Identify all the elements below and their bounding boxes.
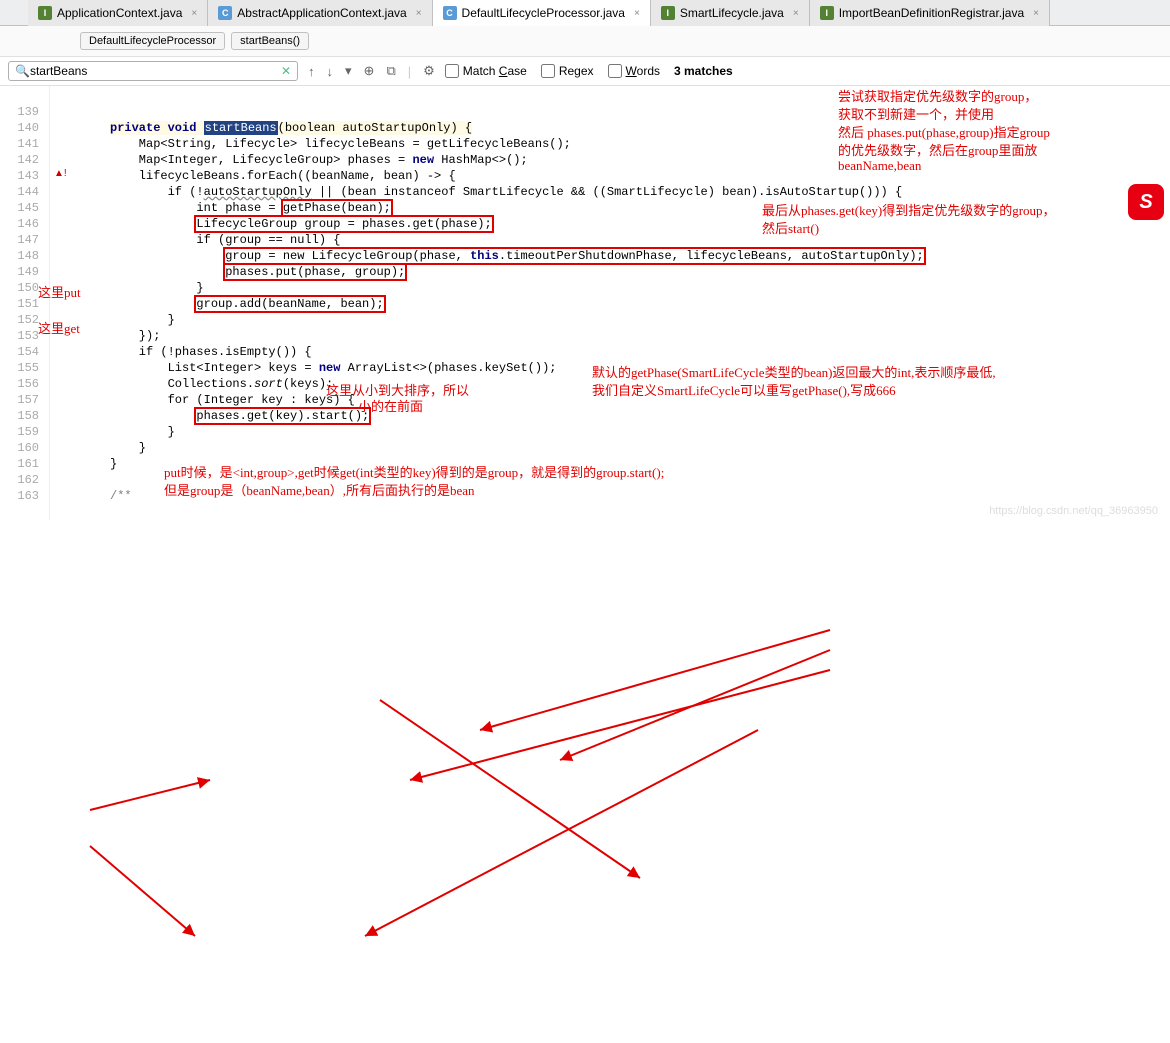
box-getphase: getPhase(bean); (283, 201, 391, 215)
box-group-get: LifecycleGroup group = phases.get(phase)… (196, 217, 491, 231)
tab-label: ApplicationContext.java (57, 6, 182, 20)
close-icon[interactable]: × (793, 8, 799, 19)
editor-tab[interactable]: I ImportBeanDefinitionRegistrar.java × (810, 0, 1050, 26)
close-icon[interactable]: × (416, 8, 422, 19)
anno-bot-1: put时候，是<int,group>,get时候get(int类型的key)得到… (164, 462, 664, 481)
kw-private: private void (110, 121, 204, 135)
method-name-highlight: startBeans (204, 121, 278, 135)
anno-top-3: 然后 phases.put(phase,group)指定group (838, 122, 1050, 141)
editor-tab[interactable]: C AbstractApplicationContext.java × (208, 0, 432, 26)
box-group-add: group.add(beanName, bean); (196, 297, 383, 311)
close-icon[interactable]: × (634, 8, 640, 19)
anno-right-2: 然后start() (762, 218, 819, 237)
anno-mid-2: 我们自定义SmartLifeCycle可以重写getPhase(),写成666 (592, 380, 896, 399)
file-type-icon: I (661, 6, 675, 20)
anno-bot-2: 但是group是（beanName,bean）,所有后面执行的是bean (164, 480, 475, 499)
line-gutter: 1391401411421431441451461471481491501511… (0, 86, 50, 520)
filter-icon[interactable]: ▾ (345, 63, 352, 79)
breadcrumb-class[interactable]: DefaultLifecycleProcessor (80, 32, 225, 50)
close-icon[interactable]: × (1033, 8, 1039, 19)
anno-left-get: 这里get (38, 318, 80, 337)
box-phases-put: phases.put(phase, group); (225, 265, 405, 279)
editor-tab[interactable]: I ApplicationContext.java × (28, 0, 208, 26)
next-match-icon[interactable]: ↓ (327, 64, 334, 79)
anno-right-1: 最后从phases.get(key)得到指定优先级数字的group， (762, 200, 1056, 219)
editor-tab[interactable]: I SmartLifecycle.java × (651, 0, 810, 26)
search-input[interactable] (30, 64, 281, 78)
file-type-icon: I (820, 6, 834, 20)
tab-label: SmartLifecycle.java (680, 6, 784, 20)
tab-label: AbstractApplicationContext.java (237, 6, 406, 20)
anno-left-put: 这里put (38, 282, 81, 301)
watermark: https://blog.csdn.net/qq_36963950 (989, 505, 1158, 517)
words-checkbox[interactable]: Words (608, 64, 660, 78)
file-type-icon: I (38, 6, 52, 20)
anno-sort-2: 小的在前面 (358, 396, 423, 415)
match-count: 3 matches (674, 64, 733, 78)
anno-mid-1: 默认的getPhase(SmartLifeCycle类型的bean)返回最大的i… (592, 362, 996, 381)
sogou-logo: S (1128, 184, 1164, 220)
anno-top-4: 的优先级数字，然后在group里面放 (838, 140, 1037, 159)
match-case-checkbox[interactable]: Match Case (445, 64, 527, 78)
select-all-icon[interactable]: ⧉ (386, 63, 395, 79)
search-icon: 🔍 (15, 64, 30, 78)
tab-label: ImportBeanDefinitionRegistrar.java (839, 6, 1024, 20)
add-selection-icon[interactable]: ⊕ (364, 63, 375, 79)
anno-top-1: 尝试获取指定优先级数字的group， (838, 86, 1037, 105)
breadcrumb-method[interactable]: startBeans() (231, 32, 309, 50)
anno-top-2: 获取不到新建一个，并使用 (838, 104, 994, 123)
prev-match-icon[interactable]: ↑ (308, 64, 315, 79)
file-type-icon: C (443, 6, 457, 20)
regex-checkbox[interactable]: Regex (541, 64, 594, 78)
search-field[interactable]: 🔍 ✕ (8, 61, 298, 81)
code-area[interactable]: private void startBeans(boolean autoStar… (50, 86, 924, 520)
box-new-group: group = new LifecycleGroup(phase, this.t… (225, 249, 924, 263)
tab-label: DefaultLifecycleProcessor.java (462, 6, 625, 20)
editor-tab[interactable]: C DefaultLifecycleProcessor.java × (433, 0, 651, 26)
settings-icon[interactable]: ⚙ (423, 63, 435, 79)
separator: | (408, 64, 411, 79)
box-start: phases.get(key).start(); (196, 409, 369, 423)
clear-icon[interactable]: ✕ (281, 64, 291, 78)
close-icon[interactable]: × (191, 8, 197, 19)
anno-top-5: beanName,bean (838, 158, 921, 174)
file-type-icon: C (218, 6, 232, 20)
